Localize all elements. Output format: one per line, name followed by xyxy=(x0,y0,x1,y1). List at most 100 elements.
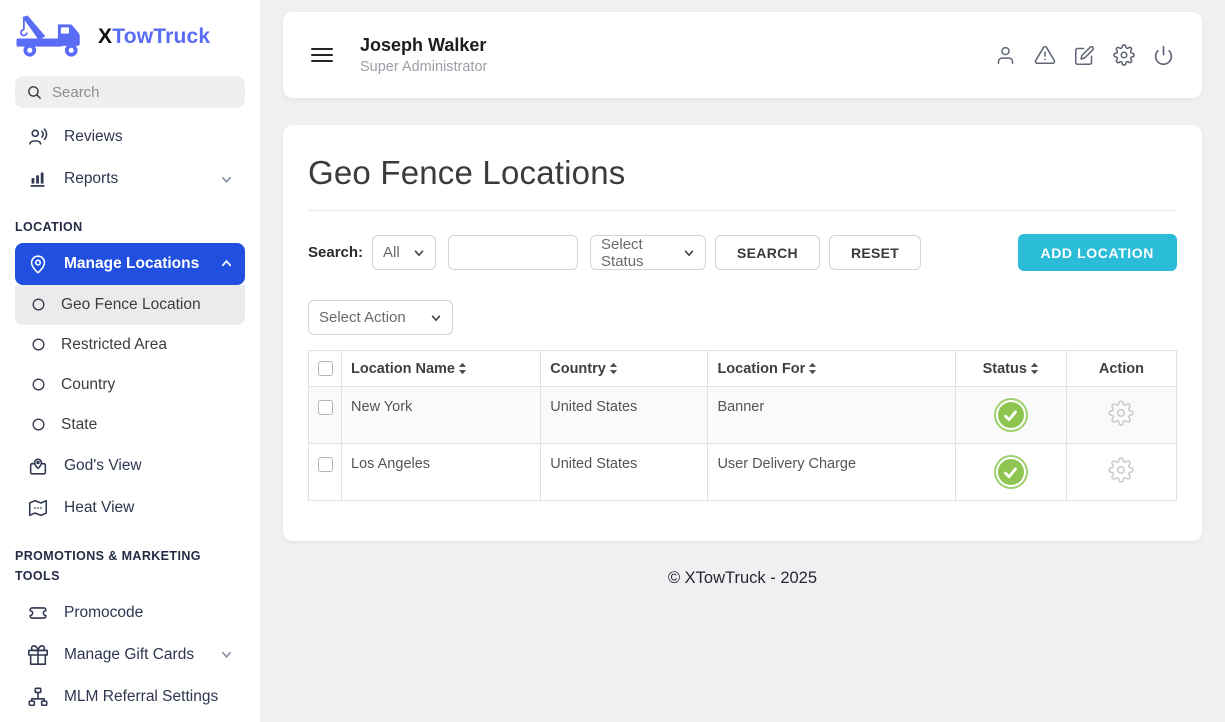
main-column: Joseph Walker Super Administrator xyxy=(260,0,1225,722)
sidebar-search[interactable] xyxy=(15,76,245,108)
sidebar-item-label: Manage Locations xyxy=(64,255,199,273)
row-settings-gear-icon[interactable] xyxy=(1108,400,1134,426)
sidebar: XTowTruck Reviews xyxy=(0,0,260,722)
col-label: Location Name xyxy=(351,361,455,377)
sidebar-subitem-geo-fence-location[interactable]: Geo Fence Location xyxy=(15,285,245,325)
sidebar-item-promocode[interactable]: Promocode xyxy=(15,592,245,634)
reset-button[interactable]: RESET xyxy=(829,235,921,270)
cell-location-for: User Delivery Charge xyxy=(708,444,955,501)
search-button[interactable]: SEARCH xyxy=(715,235,820,270)
pin-on-map-icon xyxy=(27,455,49,477)
search-label: Search: xyxy=(308,244,363,261)
row-settings-gear-icon[interactable] xyxy=(1108,457,1134,483)
sidebar-item-heat-view[interactable]: Heat View xyxy=(15,487,245,529)
sitemap-icon xyxy=(27,686,49,708)
menu-toggle-icon[interactable] xyxy=(311,44,333,66)
sidebar-item-label: Reviews xyxy=(64,128,123,146)
col-label: Location For xyxy=(717,361,805,377)
map-icon xyxy=(27,497,49,519)
col-label: Country xyxy=(550,361,606,377)
sidebar-subitem-country[interactable]: Country xyxy=(15,365,245,405)
brand-logo[interactable]: XTowTruck xyxy=(15,14,245,60)
bulk-action-row: Select Action xyxy=(308,300,1177,335)
status-active-icon[interactable] xyxy=(998,402,1024,428)
circle-icon xyxy=(30,376,47,393)
sort-icon xyxy=(458,362,467,375)
cell-location-name: Los Angeles xyxy=(342,444,541,501)
chevron-down-icon xyxy=(220,648,233,661)
cell-location-name: New York xyxy=(342,387,541,444)
search-field-select-value: All xyxy=(383,244,400,261)
sidebar-item-reports[interactable]: Reports xyxy=(15,158,245,200)
user-block: Joseph Walker Super Administrator xyxy=(360,35,487,75)
section-promotions: PROMOTIONS & MARKETING TOOLS xyxy=(15,546,240,587)
ticket-icon xyxy=(27,602,49,624)
sidebar-item-manage-locations[interactable]: Manage Locations xyxy=(15,243,245,285)
form-edit-icon[interactable] xyxy=(1074,45,1095,66)
table-row: Los Angeles United States User Delivery … xyxy=(309,444,1177,501)
gift-icon xyxy=(27,644,49,666)
cell-country: United States xyxy=(541,387,708,444)
geo-fence-card: Geo Fence Locations Search: All Select S… xyxy=(283,125,1202,541)
sidebar-item-label: Manage Gift Cards xyxy=(64,646,194,664)
sidebar-subitem-label: Country xyxy=(61,376,115,394)
bulk-action-select-value: Select Action xyxy=(319,309,406,326)
search-icon xyxy=(26,84,43,101)
add-location-button[interactable]: ADD LOCATION xyxy=(1018,234,1178,271)
top-header: Joseph Walker Super Administrator xyxy=(283,12,1202,98)
section-location: LOCATION xyxy=(15,217,245,238)
col-label: Status xyxy=(983,361,1027,377)
sidebar-item-manage-gift-cards[interactable]: Manage Gift Cards xyxy=(15,634,245,676)
power-icon[interactable] xyxy=(1153,45,1174,66)
brand-rest: TowTruck xyxy=(112,25,210,48)
search-field-select[interactable]: All xyxy=(372,235,436,270)
circle-icon xyxy=(30,416,47,433)
user-role: Super Administrator xyxy=(360,59,487,75)
sidebar-search-input[interactable] xyxy=(52,84,251,101)
select-all-checkbox[interactable] xyxy=(318,361,333,376)
sort-icon xyxy=(609,362,618,375)
sidebar-item-mlm-referral-settings[interactable]: MLM Referral Settings xyxy=(15,676,245,718)
sidebar-subitem-state[interactable]: State xyxy=(15,405,245,445)
chevron-down-icon xyxy=(683,247,695,259)
table-row: New York United States Banner xyxy=(309,387,1177,444)
status-filter-select-value: Select Status xyxy=(601,236,675,270)
cell-location-for: Banner xyxy=(708,387,955,444)
row-checkbox[interactable] xyxy=(318,457,333,472)
sidebar-subitem-label: Geo Fence Location xyxy=(61,296,201,314)
sidebar-subitem-restricted-area[interactable]: Restricted Area xyxy=(15,325,245,365)
sidebar-item-label: Reports xyxy=(64,170,118,188)
sidebar-item-label: Promocode xyxy=(64,604,143,622)
col-header-location-for[interactable]: Location For xyxy=(708,351,955,387)
locations-table: Location Name Country Location For Statu… xyxy=(308,350,1177,501)
sort-icon xyxy=(1030,362,1039,375)
circle-icon xyxy=(30,336,47,353)
tow-truck-logo-icon xyxy=(15,14,89,60)
col-header-country[interactable]: Country xyxy=(541,351,708,387)
chevron-up-icon xyxy=(220,257,233,270)
table-header-row: Location Name Country Location For Statu… xyxy=(309,351,1177,387)
status-filter-select[interactable]: Select Status xyxy=(590,235,706,270)
search-keyword-input[interactable] xyxy=(448,235,578,270)
sidebar-nav: Reviews Reports LOCATION Manag xyxy=(15,116,245,718)
col-header-location-name[interactable]: Location Name xyxy=(342,351,541,387)
bulk-action-select[interactable]: Select Action xyxy=(308,300,453,335)
sidebar-item-label: MLM Referral Settings xyxy=(64,688,218,706)
sidebar-item-gods-view[interactable]: God's View xyxy=(15,445,245,487)
status-active-icon[interactable] xyxy=(998,459,1024,485)
map-pin-icon xyxy=(27,253,49,275)
sidebar-item-label: Heat View xyxy=(64,499,134,517)
chevron-down-icon xyxy=(413,247,425,259)
circle-icon xyxy=(30,296,47,313)
user-voice-icon xyxy=(27,126,49,148)
bar-chart-icon xyxy=(27,168,49,190)
row-checkbox[interactable] xyxy=(318,400,333,415)
chevron-down-icon xyxy=(430,312,442,324)
gear-icon[interactable] xyxy=(1113,44,1135,66)
alert-triangle-icon[interactable] xyxy=(1034,44,1056,66)
col-header-status[interactable]: Status xyxy=(955,351,1066,387)
col-label: Action xyxy=(1099,361,1144,377)
chevron-down-icon xyxy=(220,173,233,186)
sidebar-item-reviews[interactable]: Reviews xyxy=(15,116,245,158)
user-icon[interactable] xyxy=(995,45,1016,66)
